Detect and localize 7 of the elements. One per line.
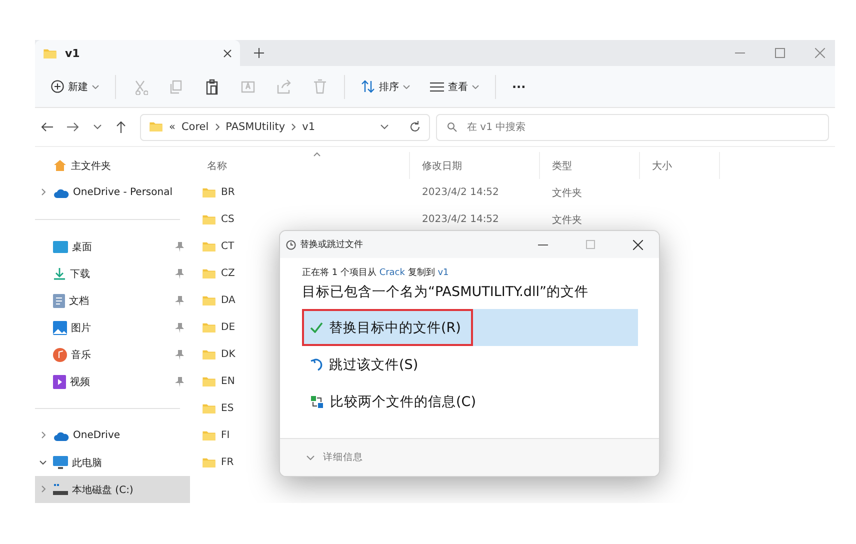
table-cell-text: 2023/4/2 14:52 — [421, 187, 500, 198]
copy-status-text: 正在将 1 个项目从 Crack 复制到 v1 — [302, 266, 450, 279]
table-cell-text: 2023/4/2 14:52 — [421, 214, 500, 225]
table-cell-text: 文件夹 — [551, 186, 583, 200]
conflict-message: 目标已包含一个名为“PASMUTILITY.dll”的文件 — [302, 283, 590, 301]
table-cell-text: 文件夹 — [551, 214, 583, 226]
dialog-title: 替换或跳过文件 — [300, 238, 364, 251]
